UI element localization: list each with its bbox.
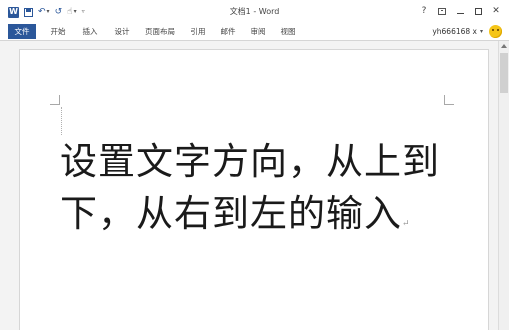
window-title: 文档1 - Word (229, 7, 280, 16)
scroll-up-icon[interactable] (501, 44, 507, 48)
tab-file[interactable]: 文件 (8, 24, 36, 39)
undo-icon: ↶ (38, 7, 46, 17)
text-cursor-guide (61, 107, 63, 135)
touch-mode-button[interactable]: ☝ ▾ (67, 6, 77, 18)
scrollbar-thumb[interactable] (500, 53, 508, 93)
save-icon (24, 7, 33, 17)
account-menu[interactable]: yh666168 x ▾ (432, 23, 483, 40)
document-line-1: 设置文字方向，从上到 (60, 140, 440, 183)
undo-button[interactable]: ↶ ▾ (38, 6, 50, 18)
document-line-2: 下，从右到左的输入 (60, 192, 402, 235)
help-button[interactable]: ? (417, 4, 431, 18)
document-page[interactable]: 设置文字方向，从上到 下，从右到左的输入↵ (20, 50, 488, 330)
tab-design[interactable]: 设计 (110, 23, 134, 40)
quick-access-toolbar: W ↶ ▾ ↺ ☝ ▾ ▿ (8, 6, 90, 18)
tab-references[interactable]: 引用 (186, 23, 210, 40)
redo-button[interactable]: ↺ (55, 6, 63, 18)
feedback-smiley-icon[interactable] (489, 25, 502, 38)
close-button[interactable]: ✕ (489, 4, 503, 18)
ribbon-display-options-button[interactable] (435, 4, 449, 18)
word-logo-icon: W (8, 6, 19, 18)
customize-qat-button[interactable]: ▿ (82, 6, 85, 18)
account-username: yh666168 x (432, 27, 477, 36)
tab-home[interactable]: 开始 (46, 23, 70, 40)
account-dropdown-icon: ▾ (479, 28, 483, 35)
document-body-text[interactable]: 设置文字方向，从上到 下，从右到左的输入↵ (60, 136, 455, 250)
tab-mailings[interactable]: 邮件 (216, 23, 240, 40)
word-logo-letter: W (8, 6, 19, 18)
maximize-button[interactable] (471, 4, 485, 18)
window-controls: ? ✕ (413, 4, 503, 18)
document-canvas[interactable]: 设置文字方向，从上到 下，从右到左的输入↵ (0, 41, 498, 330)
paragraph-mark-icon: ↵ (402, 219, 410, 229)
undo-dropdown-icon[interactable]: ▾ (47, 6, 50, 18)
customize-qat-icon: ▿ (81, 8, 85, 15)
redo-icon: ↺ (54, 7, 63, 17)
maximize-icon (474, 7, 482, 15)
word-window: W ↶ ▾ ↺ ☝ ▾ ▿ 文档1 - Word ? ✕ 文件 开始 插入 设计… (0, 0, 509, 330)
crop-mark-top-right (444, 95, 454, 105)
title-bar: W ↶ ▾ ↺ ☝ ▾ ▿ 文档1 - Word ? ✕ (0, 0, 509, 23)
tab-insert[interactable]: 插入 (78, 23, 102, 40)
tab-view[interactable]: 视图 (276, 23, 300, 40)
tab-page-layout[interactable]: 页面布局 (142, 23, 178, 40)
crop-mark-top-left (50, 95, 60, 105)
tab-review[interactable]: 审阅 (246, 23, 270, 40)
ribbon-display-options-icon (438, 7, 446, 15)
save-button[interactable] (24, 6, 33, 18)
touch-mode-dropdown-icon: ▾ (73, 8, 77, 15)
touch-mode-icon: ☝ (67, 7, 73, 17)
minimize-icon (456, 12, 464, 14)
minimize-button[interactable] (453, 4, 467, 18)
vertical-scrollbar[interactable] (498, 41, 509, 330)
